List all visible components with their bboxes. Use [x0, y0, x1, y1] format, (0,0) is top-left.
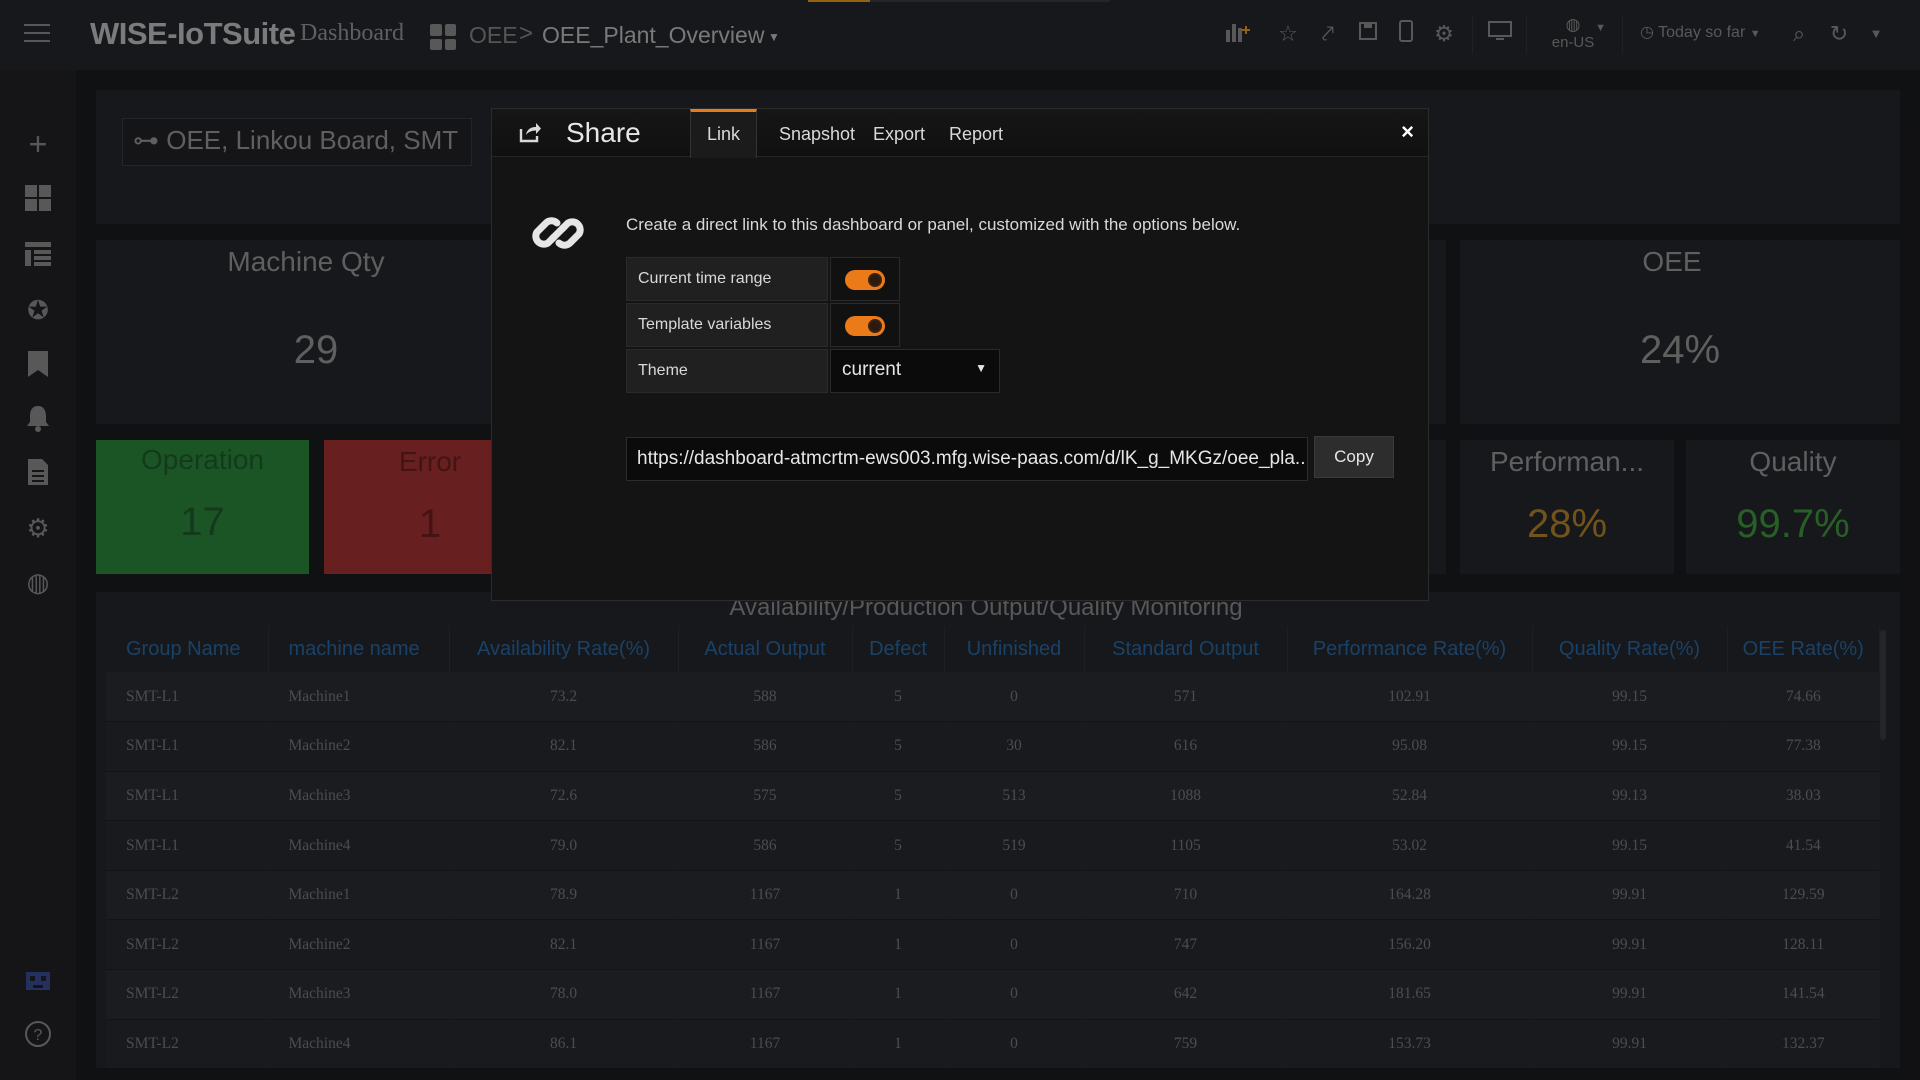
toggle-container: [830, 303, 900, 347]
current-time-range-toggle[interactable]: [845, 270, 885, 290]
link-icon: [526, 201, 590, 265]
tab-snapshot[interactable]: Snapshot: [763, 109, 871, 157]
chevron-down-icon: ▼: [975, 361, 987, 375]
tab-report[interactable]: Report: [933, 109, 1019, 157]
copy-button[interactable]: Copy: [1314, 436, 1394, 478]
share-modal: Share Link Snapshot Export Report × Crea…: [491, 108, 1429, 601]
share-url-field[interactable]: https://dashboard-atmcrtm-ews003.mfg.wis…: [626, 437, 1308, 481]
share-icon: [518, 121, 542, 145]
option-label: Current time range: [626, 257, 828, 301]
toggle-container: [830, 257, 900, 301]
modal-header: Share Link Snapshot Export Report ×: [492, 109, 1428, 158]
option-label: Template variables: [626, 303, 828, 347]
option-label: Theme: [626, 349, 828, 393]
theme-select-value: current: [842, 359, 902, 380]
theme-select[interactable]: current ▼: [830, 349, 1000, 393]
template-variables-toggle[interactable]: [845, 316, 885, 336]
tab-export[interactable]: Export: [857, 109, 941, 157]
modal-title: Share: [566, 117, 641, 148]
share-description: Create a direct link to this dashboard o…: [626, 215, 1241, 234]
tab-link[interactable]: Link: [690, 109, 758, 158]
close-icon[interactable]: ×: [1401, 119, 1414, 145]
